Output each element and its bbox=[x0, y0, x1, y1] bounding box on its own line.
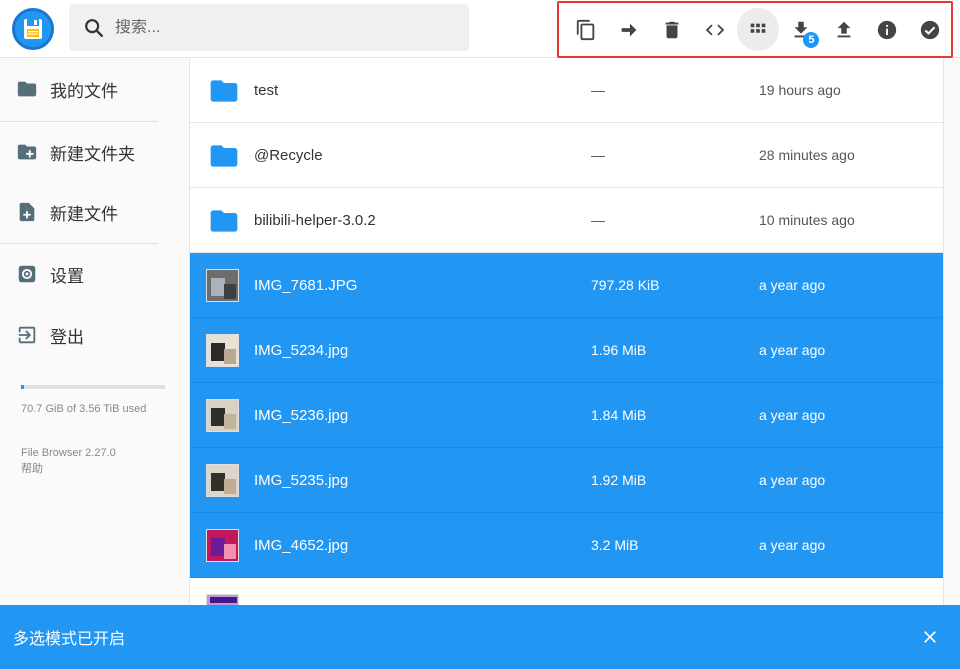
header: 5 bbox=[0, 0, 960, 58]
sidebar-item-label: 设置 bbox=[50, 266, 84, 286]
file-row[interactable]: IMG_5236.jpg 1.84 MiB a year ago bbox=[190, 383, 943, 448]
file-row[interactable]: IMG_4652.jpg 3.2 MiB a year ago bbox=[190, 513, 943, 578]
divider bbox=[0, 243, 158, 244]
app-logo[interactable] bbox=[12, 8, 54, 50]
file-name: IMG_5236.jpg bbox=[254, 406, 349, 424]
file-row[interactable]: test — 19 hours ago bbox=[190, 58, 943, 123]
sidebar: 我的文件 新建文件夹 新建文件 设置 登出 70.7 GiB of 3.56 T… bbox=[0, 58, 180, 603]
file-row[interactable]: IMG_7681.JPG 797.28 KiB a year ago bbox=[190, 253, 943, 318]
info-button[interactable] bbox=[865, 8, 908, 51]
file-name: IMG_5235.jpg bbox=[254, 471, 349, 489]
file-add-icon bbox=[19, 202, 35, 222]
file-size: 1.92 MiB bbox=[591, 472, 647, 488]
search-icon bbox=[85, 18, 103, 37]
folder-icon bbox=[210, 145, 238, 167]
sidebar-item-new-file[interactable]: 新建文件 bbox=[16, 197, 118, 227]
download-count-badge: 5 bbox=[803, 32, 820, 48]
snackbar-close-button[interactable] bbox=[916, 623, 944, 651]
copy-icon bbox=[577, 19, 595, 40]
sidebar-item-label: 登出 bbox=[50, 327, 84, 347]
file-size: — bbox=[591, 212, 605, 228]
sidebar-item-logout[interactable]: 登出 bbox=[16, 320, 84, 350]
grid-view-icon bbox=[750, 23, 766, 33]
file-modified: a year ago bbox=[759, 472, 826, 488]
select-all-button[interactable] bbox=[908, 8, 951, 51]
folder-add-icon bbox=[17, 144, 37, 160]
search-box[interactable] bbox=[69, 4, 469, 51]
check-icon bbox=[920, 20, 939, 39]
sidebar-item-my-files[interactable]: 我的文件 bbox=[16, 74, 118, 104]
image-thumbnail bbox=[206, 594, 239, 605]
logout-icon bbox=[18, 326, 36, 344]
file-row[interactable]: @Recycle — 28 minutes ago bbox=[190, 123, 943, 188]
file-name: bilibili-helper-3.0.2 bbox=[254, 211, 376, 229]
file-modified: 28 minutes ago bbox=[759, 147, 855, 163]
sidebar-item-label: 我的文件 bbox=[50, 81, 118, 101]
close-icon bbox=[924, 631, 936, 643]
settings-icon bbox=[18, 265, 36, 283]
info-icon bbox=[877, 20, 896, 39]
file-size: 1.96 MiB bbox=[591, 342, 647, 358]
move-button[interactable] bbox=[608, 8, 651, 51]
file-row[interactable]: IMG_5235.jpg 1.92 MiB a year ago bbox=[190, 448, 943, 513]
file-list: test — 19 hours ago @Recycle — 28 minutes ago… bbox=[189, 58, 944, 605]
folder-icon bbox=[210, 210, 238, 232]
snackbar-text: 多选模式已开启 bbox=[13, 631, 126, 648]
storage-usage-fill bbox=[21, 385, 24, 389]
copy-button[interactable] bbox=[565, 8, 608, 51]
search-input[interactable] bbox=[115, 18, 445, 37]
sidebar-item-label: 新建文件夹 bbox=[50, 144, 135, 164]
help-link[interactable]: 帮助 bbox=[21, 461, 116, 477]
file-name: @Recycle bbox=[254, 146, 323, 164]
file-modified: a year ago bbox=[759, 407, 826, 423]
delete-icon bbox=[665, 21, 679, 38]
multi-select-snackbar: 多选模式已开启 bbox=[0, 605, 960, 669]
upload-icon bbox=[837, 21, 851, 37]
divider bbox=[0, 121, 158, 122]
sidebar-item-settings[interactable]: 设置 bbox=[16, 259, 84, 289]
file-modified: a year ago bbox=[759, 277, 826, 293]
file-name: IMG_4652.jpg bbox=[254, 536, 349, 554]
file-name: IMG_5234.jpg bbox=[254, 341, 349, 359]
file-row[interactable]: bilibili-helper-3.0.2 — 10 minutes ago bbox=[190, 188, 943, 253]
download-button[interactable]: 5 bbox=[779, 8, 822, 51]
file-name: IMG_7681.JPG bbox=[254, 276, 358, 294]
folder-icon bbox=[210, 80, 238, 102]
file-size: — bbox=[591, 82, 605, 98]
storage-usage-text: 70.7 GiB of 3.56 TiB used bbox=[21, 403, 147, 415]
sidebar-item-label: 新建文件 bbox=[50, 204, 118, 224]
file-modified: 19 hours ago bbox=[759, 82, 841, 98]
selection-toolbar: 5 bbox=[557, 1, 953, 58]
floppy-disk-icon bbox=[24, 19, 42, 39]
image-thumbnail bbox=[206, 334, 239, 367]
move-icon bbox=[621, 23, 637, 36]
file-size: 1.84 MiB bbox=[591, 407, 647, 423]
sidebar-item-new-folder[interactable]: 新建文件夹 bbox=[16, 137, 135, 167]
image-thumbnail bbox=[206, 269, 239, 302]
file-modified: 10 minutes ago bbox=[759, 212, 855, 228]
file-name: test bbox=[254, 81, 279, 99]
storage-usage-bar bbox=[21, 385, 165, 389]
version-text: File Browser 2.27.0 bbox=[21, 447, 116, 459]
image-thumbnail bbox=[206, 399, 239, 432]
file-modified: a year ago bbox=[759, 537, 826, 553]
grid-view-button[interactable] bbox=[736, 8, 780, 51]
app-version-info: File Browser 2.27.0 帮助 bbox=[21, 445, 116, 477]
file-row[interactable] bbox=[190, 578, 943, 605]
file-row[interactable]: IMG_5234.jpg 1.96 MiB a year ago bbox=[190, 318, 943, 383]
code-icon bbox=[705, 24, 725, 35]
upload-button[interactable] bbox=[822, 8, 865, 51]
folder-icon bbox=[17, 81, 37, 97]
file-modified: a year ago bbox=[759, 342, 826, 358]
image-thumbnail bbox=[206, 529, 239, 562]
image-thumbnail bbox=[206, 464, 239, 497]
delete-button[interactable] bbox=[651, 8, 694, 51]
code-button[interactable] bbox=[694, 8, 737, 51]
file-size: 797.28 KiB bbox=[591, 277, 660, 293]
file-size: — bbox=[591, 147, 605, 163]
file-size: 3.2 MiB bbox=[591, 537, 639, 553]
